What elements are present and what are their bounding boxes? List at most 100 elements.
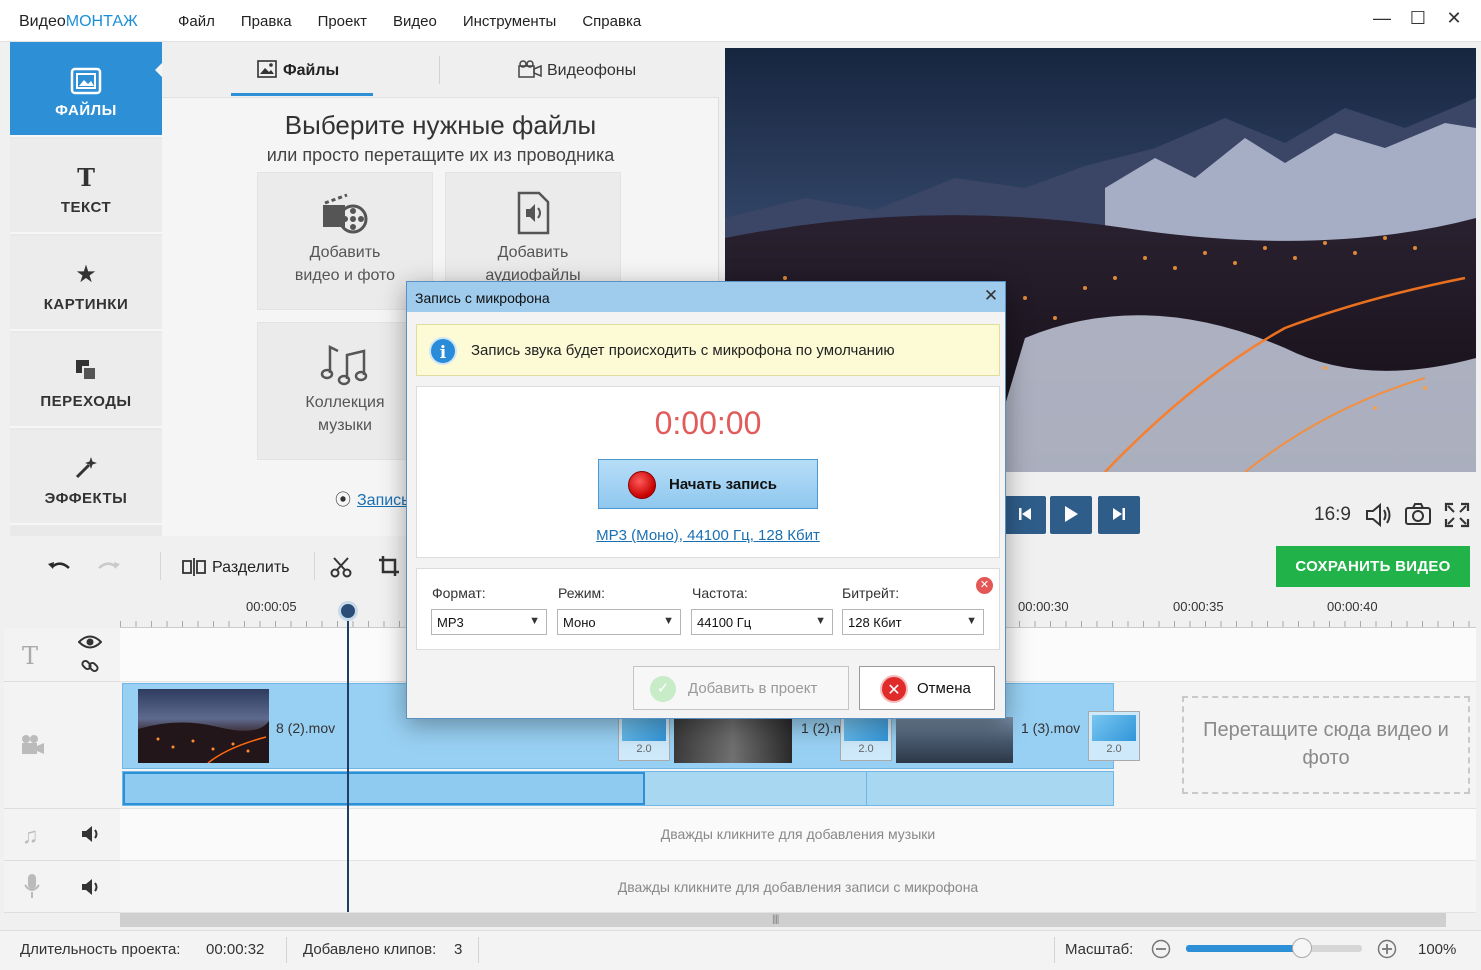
format-settings-link[interactable]: MP3 (Моно), 44100 Гц, 128 Кбит [417,527,999,544]
scroll-grip-icon: |||| [772,914,779,925]
frequency-label: Частота: [692,585,748,601]
fullscreen-icon[interactable] [1444,502,1470,531]
sidebar-item-files[interactable]: ФАЙЛЫ [10,42,163,137]
menu-video[interactable]: Видео [393,13,437,30]
status-divider [286,937,287,963]
close-icon[interactable]: ✕ [1443,8,1465,29]
eye-icon[interactable] [77,634,103,653]
sidebar-item-transitions[interactable]: ПЕРЕХОДЫ [10,333,162,428]
zoom-slider-fill [1186,945,1303,952]
magic-wand-icon [10,454,162,484]
zoom-out-icon[interactable] [1151,939,1171,963]
dropdown-arrow-icon: ▼ [815,615,826,627]
clip-name: 1 (3).mov [1021,720,1081,736]
minimize-icon[interactable]: — [1371,8,1393,29]
menu-tools[interactable]: Инструменты [463,13,557,30]
checkmark-icon: ✓ [650,676,676,702]
skip-back-button[interactable] [1004,496,1046,534]
clip-thumbnail [896,717,1013,763]
close-icon[interactable]: ✕ [983,286,999,305]
play-button[interactable] [1050,496,1092,534]
status-bar: Длительность проекта: 00:00:32 Добавлено… [0,930,1481,970]
app-logo: ВидеоМОНТАЖ [19,13,138,30]
timeline-scrollbar[interactable]: |||| [120,913,1446,927]
playhead-handle[interactable] [338,601,358,621]
zoom-label: Масштаб: [1065,941,1134,958]
dropdown-arrow-icon: ▼ [529,615,540,627]
zoom-in-icon[interactable] [1377,939,1397,963]
frequency-select[interactable]: 44100 Гц ▼ [691,609,833,635]
menu-help[interactable]: Справка [582,13,641,30]
toolbar-divider [314,552,315,580]
sidebar-item-text[interactable]: T ТЕКСТ [10,139,162,234]
menu-project[interactable]: Проект [318,13,367,30]
camera-icon[interactable] [1404,502,1432,529]
close-params-icon[interactable]: ✕ [976,577,993,594]
tab-backgrounds[interactable]: Видеофоны [517,60,636,83]
bitrate-label: Битрейт: [842,585,900,601]
music-track-header: ♫ [4,809,120,861]
menu-file[interactable]: Файл [178,13,215,30]
mic-track-header [4,861,120,913]
drop-zone[interactable]: Перетащите сюда видео и фото [1182,696,1470,794]
link-icon[interactable] [80,656,100,679]
mic-track[interactable]: Дважды кликните для добавления записи с … [120,861,1476,913]
zoom-slider-handle[interactable] [1292,938,1313,958]
speaker-icon[interactable] [80,878,100,899]
ruler-label: 00:00:35 [1173,599,1224,614]
main-menu: Файл Правка Проект Видео Инструменты Спр… [178,13,641,30]
clip-thumbnail [138,689,269,763]
music-note-icon: ♫ [22,823,39,848]
cancel-button[interactable]: ✕ Отмена [859,666,995,710]
undo-icon[interactable] [46,558,72,579]
play-icon [1063,505,1079,526]
crop-icon[interactable] [378,555,400,580]
clips-value: 3 [454,941,463,958]
sidebar-item-effects[interactable]: ЭФФЕКТЫ [10,430,162,525]
active-tab-indicator [231,93,373,96]
zoom-value: 100% [1418,941,1457,958]
record-section: 0:00:00 Начать запись MP3 (Моно), 44100 … [416,386,1000,558]
bitrate-select[interactable]: 128 Кбит ▼ [842,609,984,635]
clip-name: 8 (2).mov [276,720,336,736]
film-reel-icon [258,191,432,235]
maximize-icon[interactable]: ☐ [1407,8,1429,29]
menu-edit[interactable]: Правка [241,13,292,30]
sidebar-item-pictures[interactable]: ★ КАРТИНКИ [10,236,162,331]
panel-title: Выберите нужные файлы [284,110,597,140]
tab-divider [439,56,440,84]
audio-segment[interactable] [123,772,645,805]
status-divider [1054,937,1055,963]
tab-files[interactable]: Файлы [257,60,339,83]
mic-hint: Дважды кликните для добавления записи с … [617,879,979,895]
record-timer: 0:00:00 [654,405,762,441]
aspect-ratio-button[interactable]: 16:9 [1314,504,1351,526]
mode-select[interactable]: Моно ▼ [557,609,681,635]
transition-marker[interactable]: 2.0 [1088,711,1140,761]
zoom-slider[interactable] [1186,945,1362,952]
volume-icon[interactable] [1364,502,1394,531]
save-video-button[interactable]: СОХРАНИТЬ ВИДЕО [1276,546,1470,587]
playhead[interactable] [347,602,349,912]
start-record-button[interactable]: Начать запись [598,459,818,509]
dialog-title: Запись с микрофона [415,290,550,306]
split-label: Разделить [212,559,290,576]
ruler-label: 00:00:30 [1018,599,1069,614]
music-track[interactable]: Дважды кликните для добавления музыки [120,809,1476,861]
clips-label: Добавлено клипов: [303,941,437,958]
skip-forward-button[interactable] [1098,496,1140,534]
duration-value: 00:00:32 [206,941,265,958]
dialog-titlebar: Запись с микрофона ✕ [407,282,1005,312]
audio-segment[interactable] [645,772,867,805]
panel-subtitle: или просто перетащите их из проводника [266,145,615,165]
format-select[interactable]: MP3 ▼ [431,609,547,635]
speaker-icon[interactable] [80,825,100,846]
ruler-label: 00:00:05 [246,599,297,614]
mode-label: Режим: [558,585,606,601]
text-track-icon: T [22,642,39,670]
clip-audio-strip[interactable] [122,771,1114,806]
redo-icon [96,558,122,579]
info-text: Запись звука будет происходить с микрофо… [471,342,895,359]
scissors-icon[interactable] [330,556,352,581]
duration-label: Длительность проекта: [20,941,181,958]
